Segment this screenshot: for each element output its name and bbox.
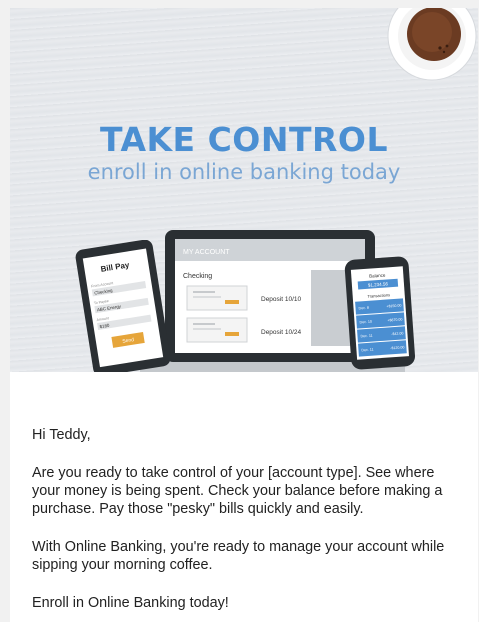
coffee-cup-icon [387, 8, 477, 81]
phone-row-date-4: Dec. 11 [361, 348, 373, 353]
email-paragraph-3: Enroll in Online Banking today! [32, 595, 229, 611]
phone-row-date-1: Dec. 8 [358, 306, 369, 311]
laptop-section: Checking [183, 273, 212, 280]
deposit-label-1: Deposit 10/10 [261, 296, 301, 303]
deposit-label-2: Deposit 10/24 [261, 329, 301, 336]
phone-row-amount-3: -$42.00 [391, 331, 403, 336]
email-body: Hi Teddy, Are you ready to take control … [10, 372, 478, 622]
hero-banner: TAKE CONTROL enroll in online banking to… [10, 8, 478, 372]
hero-headline: TAKE CONTROL [100, 120, 388, 159]
phone-row-date-3: Dec. 11 [360, 334, 372, 339]
hero-subline: enroll in online banking today [87, 160, 401, 184]
email-greeting: Hi Teddy, [32, 427, 91, 443]
laptop-header: MY ACCOUNT [183, 249, 230, 256]
email-paragraph-1: Are you ready to take control of your [a… [32, 465, 443, 517]
email-frame: TAKE CONTROL enroll in online banking to… [10, 8, 478, 622]
email-paragraph-2: With Online Banking, you're ready to man… [32, 539, 445, 573]
tablet-illustration: Bill Pay From Account Checking To Payee … [75, 240, 170, 372]
phone-illustration: Balance $1,234.56 Transactions Dec. 8 +$… [344, 256, 416, 370]
